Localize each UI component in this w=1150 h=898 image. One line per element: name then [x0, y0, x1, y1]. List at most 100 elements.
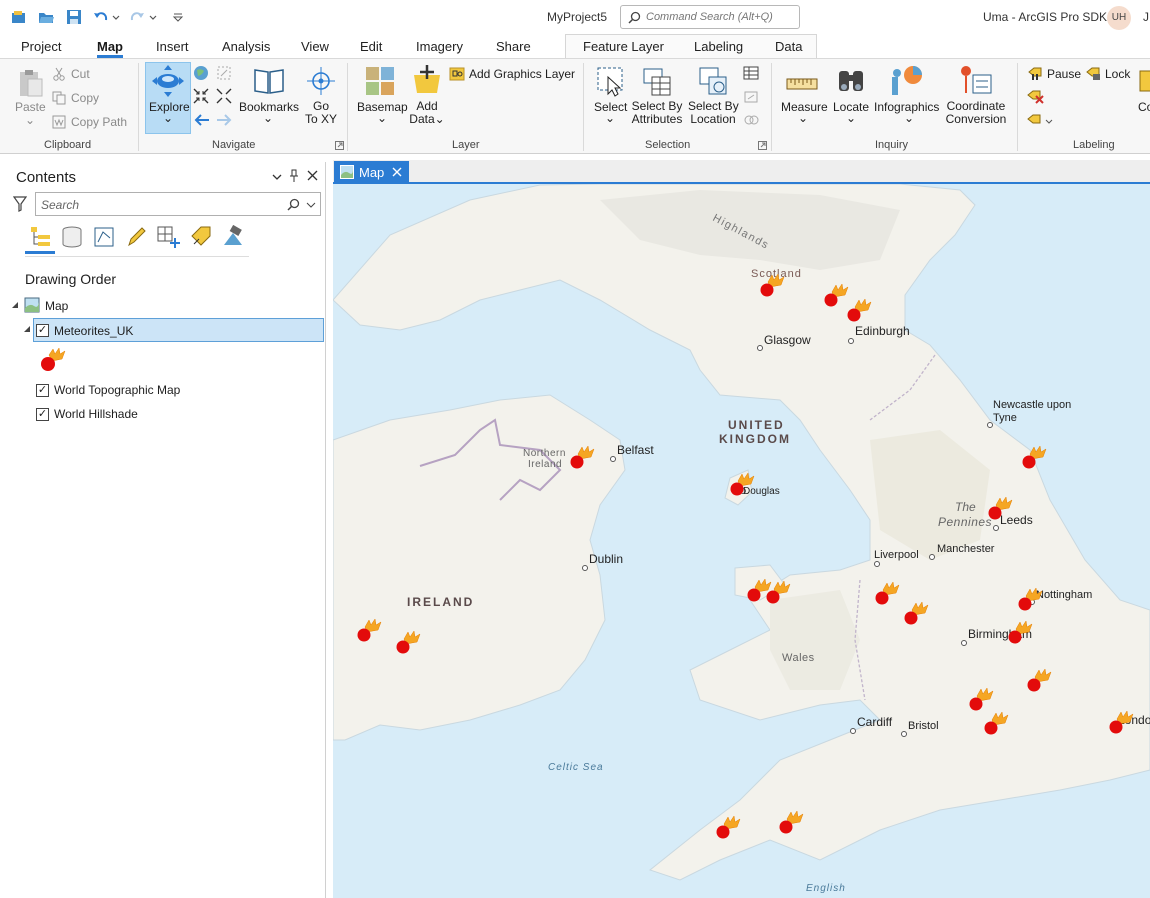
tab-imagery[interactable]: Imagery	[416, 39, 463, 54]
layer-name[interactable]: World Topographic Map	[54, 383, 180, 397]
paste-button[interactable]: Paste	[15, 100, 46, 114]
command-search-input[interactable]: Command Search (Alt+Q)	[620, 5, 800, 29]
fixed-zoom-in-icon[interactable]	[216, 65, 232, 81]
save-project-icon[interactable]	[65, 8, 83, 26]
customize-toolbar-icon[interactable]	[172, 8, 184, 26]
cut-button[interactable]: Cut	[71, 67, 90, 81]
map-node-label[interactable]: Map	[45, 299, 68, 313]
map-label-northern-ireland-2: Ireland	[528, 459, 562, 470]
avatar[interactable]: UH	[1107, 6, 1131, 30]
label-options-icon[interactable]	[1027, 114, 1053, 128]
measure-dropdown-icon[interactable]: ⌄	[798, 111, 808, 125]
layer-name: Meteorites_UK	[54, 324, 134, 338]
select-by-attributes-button[interactable]: Select By Attributes	[630, 100, 684, 126]
map-canvas[interactable]: Highlands Scotland Glasgow Edinburgh UNI…	[333, 182, 1150, 898]
navigate-dialog-launcher-icon[interactable]	[335, 141, 344, 150]
copy-path-button[interactable]: Copy Path	[71, 115, 127, 129]
contents-search-input[interactable]: Search	[35, 192, 321, 216]
layer-visibility-checkbox[interactable]: ✓	[36, 384, 49, 397]
labeling-overflow-icon	[1139, 70, 1150, 92]
explore-dropdown-icon[interactable]: ⌄	[163, 111, 173, 125]
tab-map-view[interactable]: Map	[334, 161, 409, 183]
map-svg[interactable]: Highlands Scotland Glasgow Edinburgh UNI…	[333, 184, 1150, 898]
filter-icon[interactable]	[13, 196, 27, 212]
add-graphics-layer-button[interactable]: Add Graphics Layer	[469, 67, 575, 81]
tab-data[interactable]: Data	[775, 39, 802, 54]
undo-icon[interactable]	[92, 8, 110, 26]
inquiry-group-label: Inquiry	[875, 139, 909, 151]
list-by-labeling-icon[interactable]	[189, 225, 213, 249]
switch-selection-icon[interactable]	[743, 90, 759, 104]
lock-labels-button[interactable]: Lock	[1105, 67, 1130, 81]
tab-view[interactable]: View	[301, 39, 329, 54]
tab-edit[interactable]: Edit	[360, 39, 382, 54]
map-label-bristol: Bristol	[908, 720, 939, 732]
map-label-nottingham: Nottingham	[1036, 589, 1092, 601]
labeling-overflow-button[interactable]: Co	[1138, 100, 1150, 114]
list-by-selection-icon[interactable]	[93, 225, 115, 249]
infographics-dropdown-icon[interactable]: ⌄	[904, 111, 914, 125]
list-by-drawing-order-icon[interactable]	[28, 225, 52, 249]
close-pane-icon[interactable]	[307, 170, 318, 181]
full-extent-icon[interactable]	[193, 65, 209, 81]
city-dot-liverpool	[874, 561, 880, 567]
list-by-perspective-imagery-icon[interactable]	[221, 225, 245, 249]
expand-layer-icon[interactable]	[23, 325, 31, 333]
redo-dropdown-icon[interactable]	[148, 8, 158, 26]
layer-visibility-checkbox[interactable]: ✓	[36, 408, 49, 421]
close-tab-icon[interactable]	[392, 167, 402, 177]
tab-feature-layer[interactable]: Feature Layer	[583, 39, 664, 54]
list-by-snapping-icon[interactable]	[156, 225, 180, 249]
add-data-button[interactable]: Add Data⌄	[406, 100, 448, 126]
list-by-editing-icon[interactable]	[125, 225, 147, 249]
redo-icon[interactable]	[128, 8, 146, 26]
select-icon	[597, 67, 623, 97]
pane-options-chevron-icon[interactable]	[272, 172, 282, 182]
select-dropdown-icon[interactable]: ⌄	[605, 111, 615, 125]
paste-dropdown-icon[interactable]: ⌄	[25, 113, 35, 127]
tab-project[interactable]: Project	[21, 39, 61, 54]
list-by-data-source-icon[interactable]	[61, 225, 83, 249]
expand-map-icon[interactable]	[11, 301, 19, 309]
undo-dropdown-icon[interactable]	[111, 8, 121, 26]
pause-labels-button[interactable]: Pause	[1047, 67, 1081, 81]
copy-button[interactable]: Copy	[71, 91, 99, 105]
search-icon	[628, 11, 641, 24]
map-label-leeds: Leeds	[1000, 513, 1033, 527]
bookmarks-dropdown-icon[interactable]: ⌄	[263, 111, 273, 125]
zoom-in-corners-icon[interactable]	[193, 88, 209, 104]
clear-selection-icon[interactable]	[743, 113, 759, 127]
search-icon[interactable]	[287, 198, 300, 211]
new-project-icon[interactable]	[10, 8, 28, 26]
title-bar: MyProject5 Command Search (Alt+Q) Uma - …	[0, 0, 1150, 36]
clear-labels-icon[interactable]	[1027, 90, 1045, 104]
previous-extent-icon[interactable]	[193, 112, 211, 128]
next-extent-icon[interactable]	[215, 112, 233, 128]
go-to-xy-button[interactable]: Go To XY	[305, 100, 337, 126]
tab-map[interactable]: Map	[97, 39, 123, 58]
ribbon: Paste ⌄ Cut Copy Copy Path Clipboard Exp…	[0, 58, 1150, 154]
search-dropdown-icon[interactable]	[306, 201, 316, 209]
attribute-table-icon[interactable]	[743, 66, 759, 80]
map-label-pennines-1: The	[955, 500, 976, 514]
map-label-cardiff: Cardiff	[857, 715, 893, 729]
selection-dialog-launcher-icon[interactable]	[758, 141, 767, 150]
contents-title: Contents	[16, 169, 77, 186]
tab-share[interactable]: Share	[496, 39, 531, 54]
select-by-location-button[interactable]: Select By Location	[688, 100, 739, 126]
coordinate-conversion-button[interactable]: Coordinate Conversion	[944, 100, 1008, 126]
tab-analysis[interactable]: Analysis	[222, 39, 270, 54]
layer-visibility-checkbox[interactable]: ✓	[36, 324, 49, 337]
locate-dropdown-icon[interactable]: ⌄	[846, 111, 856, 125]
zoom-out-corners-icon[interactable]	[216, 88, 232, 104]
tab-labeling[interactable]: Labeling	[694, 39, 743, 54]
selection-group-label: Selection	[645, 139, 691, 151]
tab-insert[interactable]: Insert	[156, 39, 189, 54]
city-dot-birmingham	[961, 640, 967, 646]
locate-icon	[839, 71, 863, 91]
layer-name[interactable]: World Hillshade	[54, 407, 138, 421]
open-project-icon[interactable]	[37, 8, 55, 26]
basemap-dropdown-icon[interactable]: ⌄	[377, 111, 387, 125]
pin-icon[interactable]	[289, 169, 299, 183]
pause-labels-icon	[1028, 67, 1042, 80]
